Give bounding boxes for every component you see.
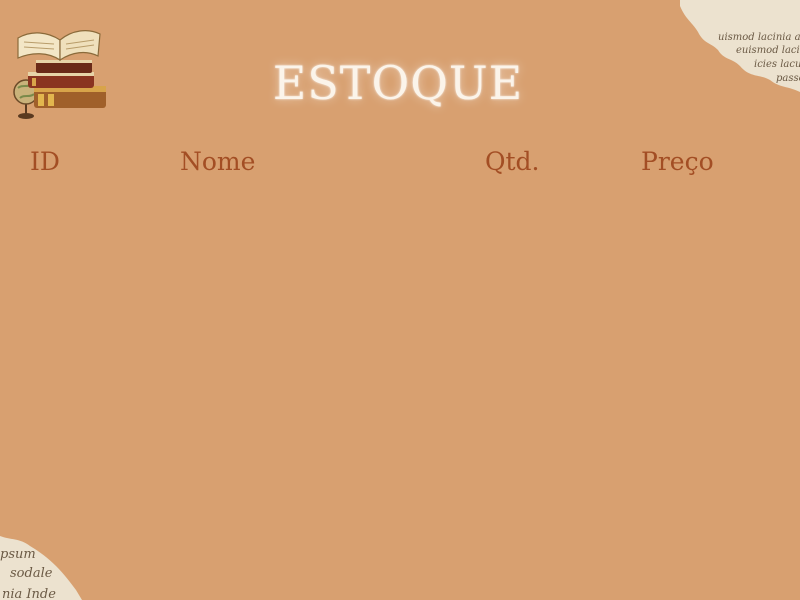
column-header-name: Nome <box>180 147 256 176</box>
column-header-quantity: Qtd. <box>485 147 540 176</box>
paper-text-line: psum <box>0 547 36 562</box>
torn-paper-bottom-left: psum sodale nia Inde <box>0 536 82 600</box>
paper-text-line: sodale <box>10 566 53 581</box>
inventory-table-body <box>20 195 780 525</box>
paper-text-line: euismod lacin <box>736 45 800 56</box>
page-title: ESTOQUE <box>272 56 524 110</box>
column-header-id: ID <box>30 147 60 176</box>
paper-text-line: uismod lacinia a <box>718 32 800 43</box>
inventory-page: { "page": { "title": "ESTOQUE" }, "table… <box>0 0 800 600</box>
paper-text-line: nia Inde <box>2 587 56 600</box>
column-header-price: Preço <box>641 147 714 176</box>
